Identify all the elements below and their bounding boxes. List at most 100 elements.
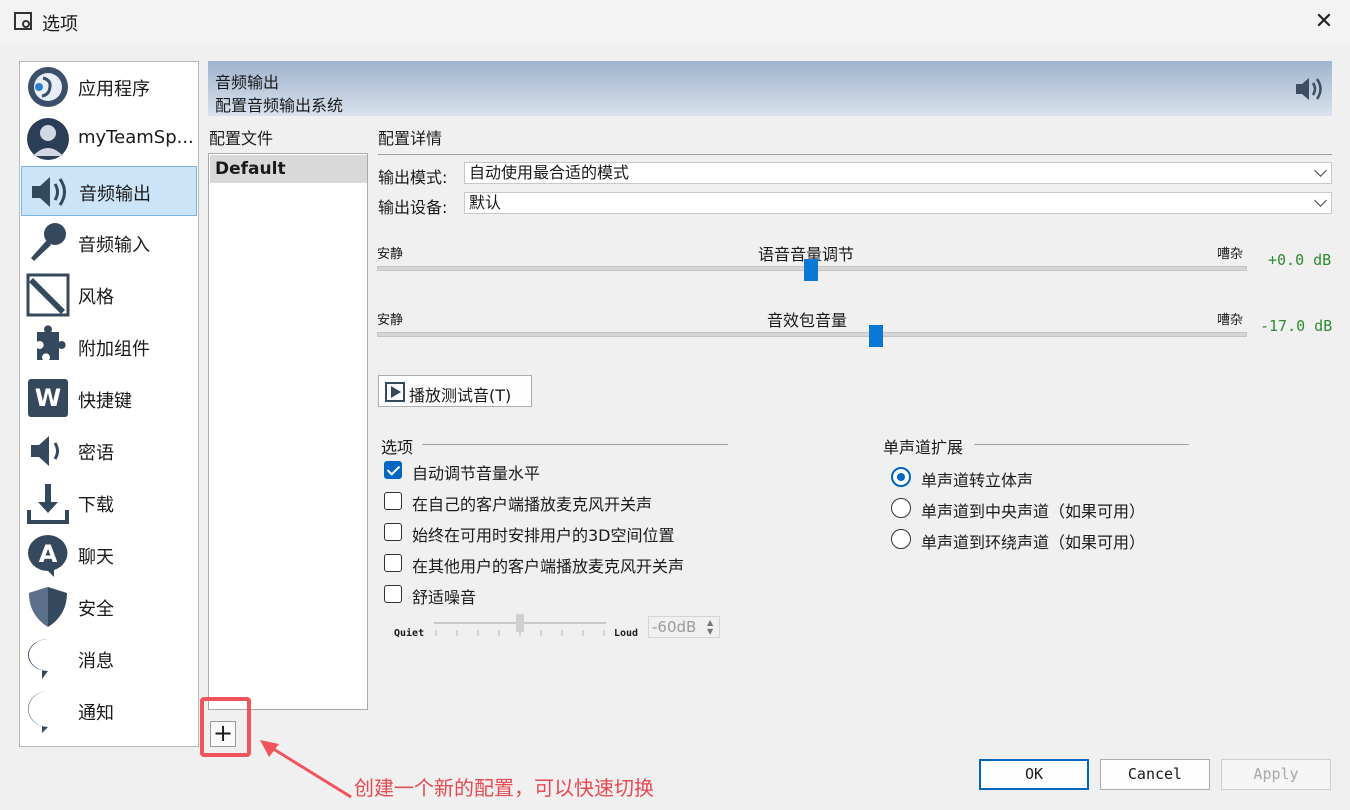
mono-to-surround-label: 单声道到环绕声道（如果可用） [921,533,1146,552]
section-header: 音频输出 配置音频输出系统 [208,61,1332,116]
comfort-noise-checkbox[interactable] [384,585,402,603]
annotation-text: 创建一个新的配置，可以快速切换 [354,776,654,800]
microphone-icon [31,223,66,261]
sidebar-item-chat[interactable]: A 聊天 [21,530,197,580]
others-mic-click-checkbox[interactable] [384,554,402,572]
cancel-button[interactable]: Cancel [1100,759,1210,790]
puzzle-icon [37,325,66,360]
info-bubble-icon [28,691,51,733]
play-test-sound-button[interactable]: 播放测试音(T) [378,375,532,407]
others-mic-click-label: 在其他用户的客户端播放麦克风开关声 [412,557,685,576]
auto-volume-checkbox[interactable] [384,461,402,479]
sidebar-item-label: 消息 [78,651,114,672]
sidebar: 应用程序 myTeamSp... 音频输出 音频输入 风格 附加组件 W 快捷键… [19,61,199,747]
chat-a-icon: A [28,535,68,577]
output-mode-select[interactable]: 自动使用最合适的模式 [464,162,1332,184]
add-profile-button[interactable]: + [210,721,236,747]
sidebar-item-addons[interactable]: 附加组件 [21,322,197,372]
auto-volume-label: 自动调节音量水平 [412,464,541,483]
output-device-select[interactable]: 默认 [464,192,1332,214]
sidebar-item-label: 快捷键 [78,391,132,412]
sidebar-item-downloads[interactable]: 下载 [21,478,197,528]
sidebar-item-label: 音频输入 [78,235,150,256]
sidebar-item-application[interactable]: 应用程序 [21,62,197,112]
own-mic-click-checkbox[interactable] [384,492,402,510]
sidebar-item-myteamspeak[interactable]: myTeamSp... [21,114,197,164]
output-device-label: 输出设备: [378,198,448,217]
options-divider [422,444,728,445]
3d-positioning-checkbox[interactable] [384,523,402,541]
sidebar-item-label: 风格 [78,287,114,308]
sidebar-item-style[interactable]: 风格 [21,270,197,320]
noise-loud-label: Loud [614,628,639,639]
sidebar-item-label: 安全 [78,599,114,620]
chevron-down-icon [1314,164,1327,177]
user-avatar-icon [27,118,69,160]
download-icon [27,484,69,524]
spin-down-icon[interactable]: ▼ [707,627,713,636]
sidebar-item-label: 下载 [78,495,114,516]
sidebar-item-security[interactable]: 安全 [21,582,197,632]
sidebar-item-label: 聊天 [78,547,114,568]
own-mic-click-label: 在自己的客户端播放麦克风开关声 [412,495,653,514]
sidebar-item-notifications[interactable]: 通知 [21,686,197,736]
output-mode-label: 输出模式: [378,168,448,187]
whisper-speaker-icon [31,436,59,466]
speaker-icon [1296,78,1322,100]
options-group-label: 选项 [381,438,414,457]
sidebar-item-label: 密语 [78,443,114,464]
annotation-arrow-icon [260,740,352,799]
voice-volume-min-label: 安静 [377,247,404,262]
ok-button[interactable]: OK [979,759,1089,790]
profile-list[interactable]: Default [208,153,368,710]
title-bar: 选项 [0,0,1350,44]
voice-volume-slider-handle[interactable] [804,259,818,281]
svg-text:A: A [39,540,58,568]
noise-quiet-label: Quiet [394,628,425,639]
output-mode-value: 自动使用最合适的模式 [469,163,630,182]
mono-divider [974,444,1189,445]
voice-volume-max-label: 嘈杂 [1217,247,1244,262]
abc-bubble-icon: Abc [28,639,62,679]
svg-text:Abc: Abc [34,647,62,665]
svg-text:W: W [35,384,61,412]
soundpack-volume-slider-handle[interactable] [869,325,883,347]
mono-to-stereo-label: 单声道转立体声 [921,471,1034,490]
play-test-label: 播放测试音(T) [409,386,512,405]
3d-positioning-label: 始终在可用时安排用户的3D空间位置 [412,526,675,545]
sidebar-item-label: 通知 [78,703,114,724]
sidebar-item-label: myTeamSp... [78,127,194,148]
mono-to-center-radio[interactable] [891,498,911,518]
shield-icon [29,587,67,627]
sidebar-item-audio-input[interactable]: 音频输入 [21,218,197,268]
close-button[interactable]: ✕ [1310,8,1338,36]
head-face-icon [28,67,68,107]
apply-button[interactable]: Apply [1221,759,1331,790]
sidebar-item-audio-output[interactable]: 音频输出 [21,166,197,216]
details-label: 配置详情 [378,129,443,148]
noise-db-spinbox[interactable]: -60dB ▲ ▼ [648,616,720,638]
output-device-value: 默认 [469,193,502,212]
sidebar-item-label: 应用程序 [78,79,150,100]
mono-to-center-label: 单声道到中央声道（如果可用） [921,502,1146,521]
sidebar-item-messages[interactable]: Abc 消息 [21,634,197,684]
soundpack-volume-title: 音效包音量 [767,311,848,330]
mono-to-surround-radio[interactable] [891,529,911,549]
noise-slider-handle[interactable] [516,614,524,632]
chevron-down-icon [1314,194,1327,207]
speaker-icon [32,177,66,207]
sidebar-item-hotkeys[interactable]: W 快捷键 [21,374,197,424]
profile-item-default[interactable]: Default [210,155,367,183]
soundpack-volume-track[interactable] [377,332,1247,337]
window-title: 选项 [42,14,78,35]
sidebar-item-whisper[interactable]: 密语 [21,426,197,476]
details-divider [378,154,1332,155]
soundpack-volume-max-label: 嘈杂 [1217,313,1244,328]
soundpack-volume-min-label: 安静 [377,313,404,328]
soundpack-volume-value: -17.0 dB [1260,317,1333,335]
section-subtitle: 配置音频输出系统 [215,96,344,115]
keyboard-w-icon: W [28,379,68,417]
mono-to-stereo-radio[interactable] [891,467,911,487]
voice-volume-value: +0.0 dB [1268,251,1332,269]
spin-up-icon[interactable]: ▲ [707,618,713,627]
